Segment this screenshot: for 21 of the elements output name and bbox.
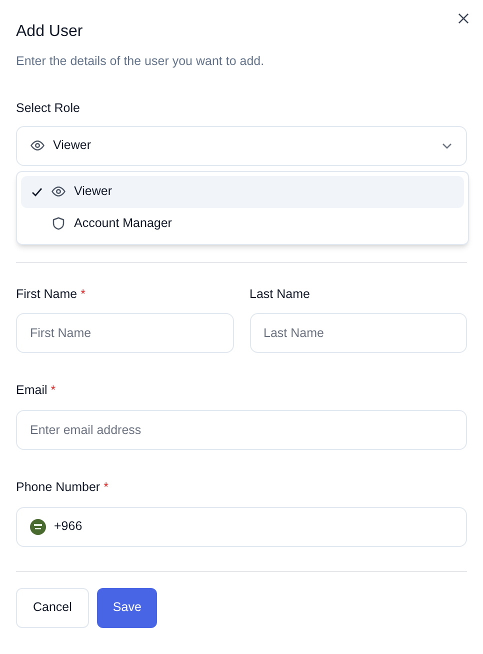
field-label: First Name *	[16, 286, 86, 302]
flag-icon	[30, 518, 46, 535]
role-select[interactable]: Viewer	[16, 126, 467, 166]
input-field[interactable]: Last Name	[250, 313, 467, 354]
shield-icon	[51, 216, 66, 231]
dropdown-option[interactable]: Account Manager	[21, 208, 464, 240]
dropdown-option[interactable]: Viewer	[21, 176, 464, 208]
check-icon	[31, 186, 43, 198]
field-label: Select Role	[16, 100, 81, 117]
save-button[interactable]: Save	[96, 588, 158, 628]
eye-icon	[51, 184, 66, 199]
dialog-description: Enter the details of the user you want to add.	[16, 53, 266, 70]
eye-icon	[30, 138, 45, 153]
field-label: Email *	[16, 382, 57, 400]
field-label: Last Name	[250, 286, 311, 302]
cancel-button[interactable]: Cancel	[16, 588, 89, 628]
dialog-title: Add User	[16, 22, 84, 42]
input-field[interactable]: +966	[16, 506, 467, 547]
input-field[interactable]: First Name	[16, 313, 234, 354]
input-field[interactable]: Enter email address	[16, 410, 467, 450]
field-label: Phone Number *	[16, 479, 110, 496]
